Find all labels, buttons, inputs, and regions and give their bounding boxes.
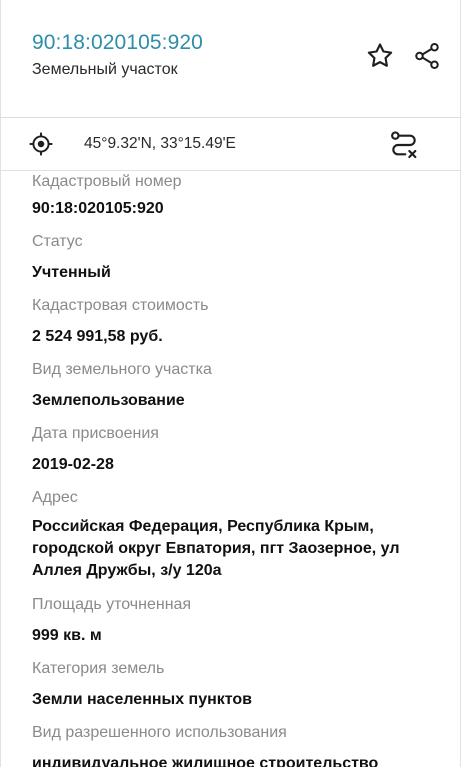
details-list: Кадастровый номер 90:18:020105:920 Стату…	[32, 171, 452, 767]
field-label: Категория земель	[32, 660, 165, 677]
field-label: Вид земельного участка	[32, 361, 212, 378]
field-value: Землепользование	[32, 392, 185, 409]
header: 90:18:020105:920 Земельный участок	[0, 0, 461, 118]
field-label: Статус	[32, 233, 83, 250]
field-value: Земли населенных пунктов	[32, 691, 253, 708]
field-label: Кадастровый номер	[32, 173, 182, 190]
field-label: Вид разрешенного использования	[32, 724, 287, 741]
crosshair-icon	[29, 132, 53, 156]
coordinates-text[interactable]: 45°9.32'N, 33°15.49'E	[84, 135, 236, 153]
field-value: Российская Федерация, Республика Крым, г…	[32, 518, 400, 579]
field-assign-date: Дата присвоения 2019-02-28	[32, 423, 452, 475]
route-icon	[391, 131, 417, 159]
field-value: индивидуальное жилищное строительство	[32, 755, 379, 767]
field-value: 90:18:020105:920	[32, 200, 164, 217]
field-permitted-use: Вид разрешенного использования индивидуа…	[32, 722, 452, 767]
share-button[interactable]	[409, 38, 445, 74]
field-label: Кадастровая стоимость	[32, 297, 209, 314]
field-label: Дата присвоения	[32, 425, 159, 442]
field-cadastral-number: Кадастровый номер 90:18:020105:920	[32, 171, 452, 219]
field-cadastral-value: Кадастровая стоимость 2 524 991,58 руб.	[32, 295, 452, 347]
cadastral-number-title: 90:18:020105:920	[32, 31, 203, 54]
field-land-type: Вид земельного участка Землепользование	[32, 359, 452, 411]
object-type-subtitle: Земельный участок	[32, 61, 178, 78]
field-status: Статус Учтенный	[32, 231, 452, 283]
screen: 90:18:020105:920 Земельный участок 45°9.…	[0, 0, 461, 767]
locate-button[interactable]	[25, 128, 57, 160]
field-label: Площадь уточненная	[32, 596, 192, 613]
field-label: Адрес	[32, 489, 78, 506]
field-value: Учтенный	[32, 264, 111, 281]
field-address: Адрес Российская Федерация, Республика К…	[32, 487, 452, 582]
field-area: Площадь уточненная 999 кв. м	[32, 594, 452, 646]
field-value: 2 524 991,58 руб.	[32, 328, 163, 345]
coordinates-bar: 45°9.32'N, 33°15.49'E	[0, 118, 461, 170]
share-icon	[415, 43, 439, 69]
favorite-button[interactable]	[362, 38, 398, 74]
route-button[interactable]	[384, 127, 424, 163]
star-icon	[367, 43, 393, 67]
field-land-category: Категория земель Земли населенных пункто…	[32, 658, 452, 710]
field-value: 999 кв. м	[32, 627, 102, 644]
field-value: 2019-02-28	[32, 456, 114, 473]
